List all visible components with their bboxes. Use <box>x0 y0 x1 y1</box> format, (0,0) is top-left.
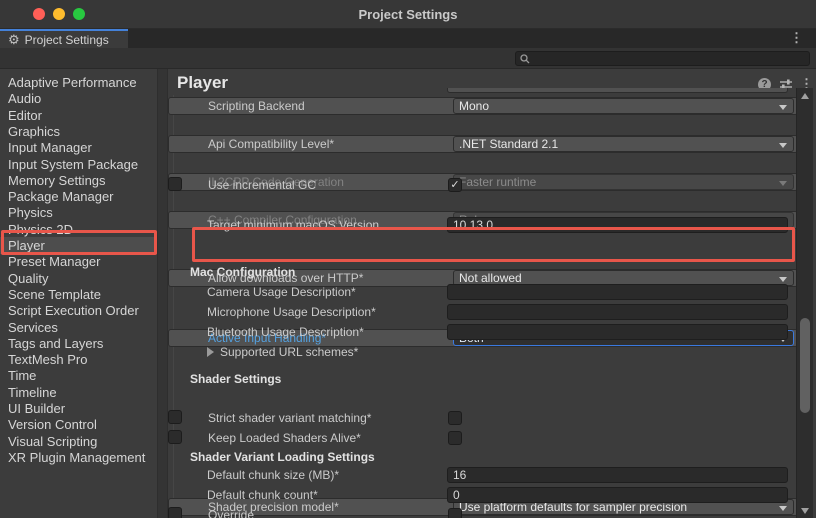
sidebar-item-player[interactable]: Player <box>0 237 157 254</box>
sidebar-item-textmesh-pro[interactable]: TextMesh Pro <box>0 351 157 368</box>
api-compatibility-level-dropdown[interactable]: .NET Standard 2.1 <box>453 136 794 152</box>
sidebar-item-version-control[interactable]: Version Control <box>0 416 157 433</box>
sidebar-item-quality[interactable]: Quality <box>0 270 157 287</box>
titlebar: Project Settings <box>0 0 816 29</box>
chevron-down-icon <box>779 143 787 148</box>
dropdown-value: Faster runtime <box>459 175 536 189</box>
window-title: Project Settings <box>0 7 816 22</box>
default-chunk-count-field[interactable]: 0 <box>447 487 788 503</box>
row-camera-usage-description: Camera Usage Description* <box>168 284 798 302</box>
sidebar-item-visual-scripting[interactable]: Visual Scripting <box>0 433 157 450</box>
microphone-usage-description-field[interactable] <box>447 304 788 320</box>
row-mac-configuration: Mac Configuration <box>168 264 798 282</box>
setting-label: Use incremental GC <box>208 179 316 192</box>
setting-label: Api Compatibility Level* <box>208 137 334 151</box>
row-scripting-backend: Scripting Backend Mono <box>168 97 798 115</box>
row-supported-url-schemes: Supported URL schemes* <box>168 344 798 362</box>
sidebar-item-physics[interactable]: Physics <box>0 204 157 221</box>
row-microphone-usage-description: Microphone Usage Description* <box>168 304 798 322</box>
foldout-arrow-icon[interactable] <box>207 347 214 357</box>
row-use-incremental-gc: Use incremental GC✓ <box>168 177 182 191</box>
search-box[interactable] <box>515 51 810 66</box>
dropdown-value: Mono <box>459 99 489 113</box>
setting-label: Microphone Usage Description* <box>207 305 376 319</box>
strict-shader-variant-matching-checkbox[interactable] <box>448 411 462 425</box>
sidebar-item-xr-plugin-management[interactable]: XR Plugin Management <box>0 449 157 466</box>
search-icon <box>520 54 530 64</box>
sidebar-item-editor[interactable]: Editor <box>0 107 157 124</box>
vertical-scrollbar[interactable] <box>796 88 813 518</box>
setting-label: Keep Loaded Shaders Alive* <box>208 432 361 445</box>
row-default-chunk-count: Default chunk count* 0 <box>168 487 798 505</box>
row-keep-loaded-shaders-alive: Keep Loaded Shaders Alive* <box>168 430 182 444</box>
use-incremental-gc-checkbox[interactable]: ✓ <box>448 178 462 192</box>
row-override: Override <box>168 507 182 518</box>
setting-label: Bluetooth Usage Description* <box>207 325 364 339</box>
sidebar-item-tags-and-layers[interactable]: Tags and Layers <box>0 335 157 352</box>
sidebar-item-audio[interactable]: Audio <box>0 90 157 107</box>
sidebar-item-physics-2d[interactable]: Physics 2D <box>0 221 157 238</box>
sidebar-item-services[interactable]: Services <box>0 319 157 336</box>
default-chunk-size-mb-field[interactable]: 16 <box>447 467 788 483</box>
row-bluetooth-usage-description: Bluetooth Usage Description* <box>168 324 798 342</box>
setting-label[interactable]: Supported URL schemes* <box>220 345 358 359</box>
setting-label: Scripting Backend <box>208 99 305 113</box>
tab-project-settings[interactable]: ⚙ Project Settings <box>0 29 128 48</box>
setting-label: Override <box>208 509 254 518</box>
setting-label: Strict shader variant matching* <box>208 412 371 425</box>
target-minimum-macos-version-field[interactable]: 10.13.0 <box>447 217 788 233</box>
row-default-chunk-size-mb: Default chunk size (MB)* 16 <box>168 467 798 485</box>
scroll-down-icon[interactable] <box>801 508 809 514</box>
tab-bar: ⚙ Project Settings ⋮ <box>0 29 816 48</box>
sidebar-item-ui-builder[interactable]: UI Builder <box>0 400 157 417</box>
chevron-down-icon <box>779 506 787 511</box>
row-strict-shader-variant-matching: Strict shader variant matching* <box>168 410 182 424</box>
il2cpp-code-generation-dropdown[interactable]: Faster runtime <box>453 174 794 190</box>
setting-label: Camera Usage Description* <box>207 285 356 299</box>
setting-label: Default chunk count* <box>207 488 318 502</box>
search-input[interactable] <box>533 53 793 65</box>
player-settings-panel: Player ? ⋮ Scripting BackendMonoApi Comp… <box>168 69 816 518</box>
project-settings-window: Project Settings ⚙ Project Settings ⋮ Ad… <box>0 0 816 518</box>
sidebar-item-package-manager[interactable]: Package Manager <box>0 188 157 205</box>
sidebar-item-time[interactable]: Time <box>0 367 157 384</box>
row-target-minimum-macos-version: Target minimum macOS Version 10.13.0 <box>168 217 798 235</box>
section-header: Shader Variant Loading Settings <box>190 450 375 464</box>
sidebar-item-adaptive-performance[interactable]: Adaptive Performance <box>0 74 157 91</box>
sidebar-item-script-execution-order[interactable]: Script Execution Order <box>0 302 157 319</box>
section-header: Shader Settings <box>190 372 281 386</box>
sidebar-item-input-manager[interactable]: Input Manager <box>0 139 157 156</box>
scrollbar-thumb[interactable] <box>800 318 810 413</box>
sidebar-splitter[interactable] <box>157 69 168 518</box>
settings-category-list: Adaptive PerformanceAudioEditorGraphicsI… <box>0 69 157 518</box>
scripting-backend-dropdown[interactable]: Mono <box>453 98 794 114</box>
page-title: Player <box>177 73 228 93</box>
tab-label: Project Settings <box>25 33 109 47</box>
chevron-down-icon <box>779 181 787 186</box>
cut-off-control <box>447 88 788 93</box>
setting-label: Default chunk size (MB)* <box>207 468 339 482</box>
override-checkbox[interactable] <box>448 508 462 518</box>
keep-loaded-shaders-alive-checkbox[interactable] <box>448 431 462 445</box>
tab-more-icon[interactable]: ⋮ <box>790 30 803 46</box>
sidebar-item-graphics[interactable]: Graphics <box>0 123 157 140</box>
toolbar <box>0 48 816 69</box>
setting-label: Target minimum macOS Version <box>207 218 379 232</box>
chevron-down-icon <box>779 105 787 110</box>
gear-icon: ⚙ <box>8 33 20 46</box>
sidebar-item-timeline[interactable]: Timeline <box>0 384 157 401</box>
row-shader-variant-loading-settings: Shader Variant Loading Settings <box>168 449 798 467</box>
bluetooth-usage-description-field[interactable] <box>447 324 788 340</box>
camera-usage-description-field[interactable] <box>447 284 788 300</box>
scroll-up-icon[interactable] <box>801 93 809 99</box>
row-api-compatibility-level: Api Compatibility Level* .NET Standard 2.… <box>168 135 798 153</box>
section-header: Mac Configuration <box>190 265 295 279</box>
row-shader-settings: Shader Settings <box>168 371 798 389</box>
sidebar-item-memory-settings[interactable]: Memory Settings <box>0 172 157 189</box>
sidebar-item-preset-manager[interactable]: Preset Manager <box>0 253 157 270</box>
sidebar-item-scene-template[interactable]: Scene Template <box>0 286 157 303</box>
dropdown-value: .NET Standard 2.1 <box>459 137 558 151</box>
sidebar-item-input-system-package[interactable]: Input System Package <box>0 156 157 173</box>
